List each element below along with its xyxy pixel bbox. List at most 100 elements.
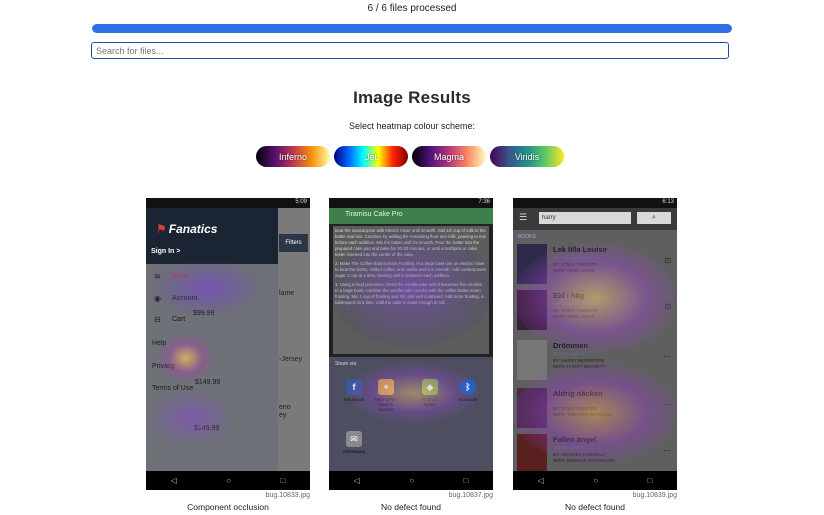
share-app-label: Bluetooth bbox=[458, 397, 478, 402]
cart-icon: ⊟ bbox=[154, 315, 161, 324]
share-app: ᛒ Bluetooth bbox=[454, 379, 482, 402]
share-app: ◆ Android Beam bbox=[416, 379, 444, 407]
book-author: BY: STIEG TRENTER bbox=[553, 406, 598, 411]
book-type: Svensk Ljudbok bbox=[553, 445, 585, 450]
product-name-fragment: -Jersey bbox=[279, 356, 302, 363]
app-search-field: harry bbox=[539, 212, 631, 224]
app-search-icon: ⌕ bbox=[637, 212, 671, 224]
recents-icon: □ bbox=[280, 476, 286, 485]
book-cover bbox=[517, 290, 547, 330]
book-cover bbox=[517, 434, 547, 474]
android-beam-icon: ◆ bbox=[422, 379, 438, 395]
recents-icon: □ bbox=[647, 476, 653, 485]
book-title: Aldrig näcken bbox=[553, 389, 603, 398]
android-nav-bar: ◁ ○ □ bbox=[513, 471, 677, 490]
colour-scheme-prompt: Select heatmap colour scheme: bbox=[348, 121, 476, 131]
account-icon: ◉ bbox=[154, 294, 161, 303]
scheme-button-inferno[interactable]: Inferno bbox=[256, 146, 330, 167]
colour-scheme-selector: Inferno Jet Magma Viridis bbox=[256, 146, 576, 167]
book-cover bbox=[517, 340, 547, 380]
result-screenshot[interactable]: 7:36 Tiramisu Cake Pro beat the mascarpo… bbox=[329, 198, 493, 490]
book-author: BY: STIEG TRENTER bbox=[553, 308, 598, 313]
scheme-button-magma[interactable]: Magma bbox=[412, 146, 486, 167]
home-icon: ○ bbox=[593, 476, 599, 485]
section-label: BOOKS bbox=[518, 234, 536, 240]
progress-bar bbox=[92, 24, 732, 33]
book-row: Aldrig näcken Svensk Ljudbok BY: STIEG T… bbox=[513, 386, 677, 432]
filters-button: Filters bbox=[279, 234, 308, 252]
share-app: ✉ Messaging bbox=[340, 431, 368, 454]
share-app-label: Facebook bbox=[344, 397, 364, 402]
book-type: Svensk Ljudbok bbox=[553, 351, 585, 356]
scheme-label: Inferno bbox=[278, 151, 308, 162]
scheme-button-jet[interactable]: Jet bbox=[334, 146, 408, 167]
book-author: BY: HARRY BERNSTEIN bbox=[553, 358, 604, 363]
more-options-icon: ⋯ bbox=[663, 446, 671, 455]
result-card: 5:09 Filters lame -Jersey eno ey ⚑ Fanati… bbox=[146, 198, 310, 512]
result-card: 7:36 Tiramisu Cake Pro beat the mascarpo… bbox=[329, 198, 493, 512]
facebook-icon: f bbox=[346, 379, 362, 395]
search-input[interactable] bbox=[91, 42, 729, 59]
result-screenshot[interactable]: 5:09 Filters lame -Jersey eno ey ⚑ Fanati… bbox=[146, 198, 310, 490]
progress-text: 6 / 6 files processed bbox=[367, 3, 457, 14]
scheme-label: Magma bbox=[433, 151, 464, 162]
book-list: BOOKS Lek lilla Louise Svensk Ljudbok & … bbox=[513, 230, 677, 474]
app-title: Tiramisu Cake Pro bbox=[345, 211, 403, 218]
add-to-list-icon: ⊡ bbox=[664, 256, 671, 265]
sign-in-link: Sign In > bbox=[151, 248, 181, 255]
book-narrator: WITH: MAGNUS ROOSMANN bbox=[553, 458, 615, 463]
status-time: 7:36 bbox=[478, 199, 490, 205]
book-row: Eld i hāg Svensk Ljudbok & Ebok BY: STIE… bbox=[513, 288, 677, 334]
android-nav-bar: ◁ ○ □ bbox=[146, 471, 310, 490]
share-sheet: Share via f Facebook ⌖ Take GPS - Search S… bbox=[329, 357, 493, 471]
recipe-paragraph: beat the mascarpone with electric mixer … bbox=[335, 228, 486, 257]
progress-bar-fill bbox=[92, 24, 732, 33]
defect-verdict: No defect found bbox=[380, 502, 441, 512]
fanatics-logo-icon: ⚑ bbox=[156, 222, 167, 236]
menu-icon: ☰ bbox=[519, 212, 528, 222]
file-name: bug.10837.jpg bbox=[448, 492, 493, 499]
recents-icon: □ bbox=[463, 476, 469, 485]
scheme-label: Viridis bbox=[514, 151, 540, 162]
brand-logo: ⚑ Fanatics bbox=[156, 222, 217, 236]
book-title: Drömmen bbox=[553, 341, 589, 350]
android-nav-bar: ◁ ○ □ bbox=[329, 471, 493, 490]
book-title: Fallen ängel bbox=[553, 435, 597, 444]
result-card: 6:13 ☰ harry ⌕ BOOKS Lek lilla Louise Sv… bbox=[513, 198, 677, 512]
drawer-header: ⚑ Fanatics Sign In > bbox=[146, 208, 278, 264]
book-author: BY: MICHAEL CONNELLY bbox=[553, 452, 607, 457]
book-row: Lek lilla Louise Svensk Ljudbok & Ebok B… bbox=[513, 242, 677, 288]
recipe-paragraph: 3. Using a food processor, blend the van… bbox=[335, 282, 484, 305]
book-title: Lek lilla Louise bbox=[553, 245, 607, 254]
result-screenshot[interactable]: 6:13 ☰ harry ⌕ BOOKS Lek lilla Louise Sv… bbox=[513, 198, 677, 490]
drawer-item-help: Help bbox=[152, 340, 167, 347]
brand-name: Fanatics bbox=[168, 222, 218, 236]
drawer-item-cart: Cart bbox=[172, 316, 186, 323]
book-narrator: WITH: ARNE WEISE bbox=[553, 314, 596, 319]
file-name: bug.10833.jpg bbox=[265, 492, 310, 499]
book-row: Drömmen Svensk Ljudbok BY: HARRY BERNSTE… bbox=[513, 338, 677, 384]
status-bar: 7:36 bbox=[329, 198, 493, 208]
scheme-label: Jet bbox=[364, 151, 377, 162]
book-narrator: WITH: ARNE WEISE bbox=[553, 268, 596, 273]
more-options-icon: ⋯ bbox=[663, 352, 671, 361]
status-time: 6:13 bbox=[662, 199, 674, 205]
page-title: Image Results bbox=[353, 88, 471, 107]
messaging-icon: ✉ bbox=[346, 431, 362, 447]
recipe-paragraph: 2. Make The Coffee Buttercream Frosting.… bbox=[335, 261, 487, 278]
book-cover bbox=[517, 244, 547, 284]
price-label: $99.99 bbox=[193, 310, 215, 317]
scheme-button-viridis[interactable]: Viridis bbox=[490, 146, 564, 167]
product-name-fragment: lame bbox=[279, 290, 295, 297]
home-icon: ○ bbox=[226, 476, 232, 485]
share-app-label: Take GPS - Search Socials bbox=[374, 397, 398, 412]
status-time: 5:09 bbox=[295, 199, 307, 205]
add-to-list-icon: ⊡ bbox=[664, 302, 671, 311]
share-label: Share via bbox=[335, 361, 357, 367]
wifi-icon: ≋ bbox=[154, 272, 161, 281]
gps-search-icon: ⌖ bbox=[378, 379, 394, 395]
product-name-fragment: eno bbox=[279, 404, 291, 411]
book-author: BY: STIEG TRENTER bbox=[553, 262, 598, 267]
book-cover bbox=[517, 388, 547, 428]
drawer-item-terms: Terms of Use bbox=[152, 385, 194, 392]
